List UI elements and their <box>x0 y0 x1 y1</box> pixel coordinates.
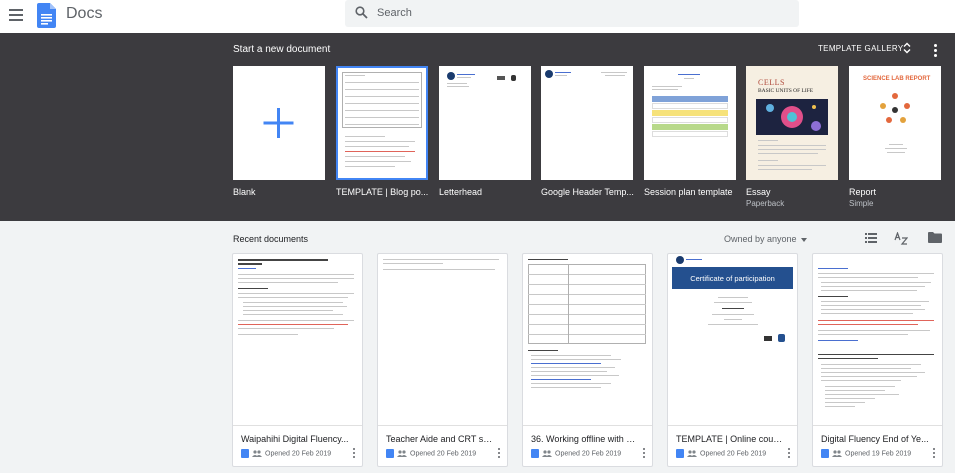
document-thumbnail <box>523 254 652 425</box>
template-letterhead[interactable] <box>439 66 531 180</box>
start-new-heading: Start a new document <box>233 44 331 55</box>
card-footer: Waipahihi Digital Fluency... Opened 20 F… <box>233 425 362 466</box>
molecule-illustration <box>880 93 910 123</box>
docs-file-icon <box>531 449 539 458</box>
recent-documents-heading: Recent documents <box>233 234 309 244</box>
template-google-header[interactable] <box>541 66 633 180</box>
document-card[interactable]: Certificate of participation TEMPLATE | … <box>667 253 798 467</box>
list-view-icon[interactable] <box>865 232 877 243</box>
more-vert-icon[interactable] <box>788 448 791 460</box>
certificate-heading: Certificate of participation <box>690 274 775 283</box>
template-blank[interactable] <box>233 66 325 180</box>
people-icon <box>397 450 407 457</box>
opened-date: Opened 20 Feb 2019 <box>410 450 477 458</box>
template-label: TEMPLATE | Blog po... <box>336 187 429 197</box>
template-gallery-button[interactable]: TEMPLATE GALLERY <box>818 44 903 53</box>
template-label: Google Header Temp... <box>541 187 634 197</box>
document-thumbnail <box>813 254 942 425</box>
owner-filter-label: Owned by anyone <box>724 234 797 244</box>
document-meta: Opened 20 Feb 2019 <box>241 449 331 458</box>
document-meta: Opened 19 Feb 2019 <box>821 449 911 458</box>
more-vert-icon[interactable] <box>498 448 501 460</box>
document-thumbnail <box>233 254 362 425</box>
opened-date: Opened 20 Feb 2019 <box>700 450 767 458</box>
document-card[interactable]: Waipahihi Digital Fluency... Opened 20 F… <box>232 253 363 467</box>
document-card[interactable]: 36. Working offline with G... Opened 20 … <box>522 253 653 467</box>
hamburger-icon[interactable] <box>9 9 23 21</box>
document-meta: Opened 20 Feb 2019 <box>386 449 476 458</box>
docs-file-icon <box>821 449 829 458</box>
essay-thumb-title: CELLS <box>758 78 785 87</box>
template-blog-post[interactable] <box>336 66 428 180</box>
cell-illustration <box>756 99 828 135</box>
template-label: Report <box>849 187 877 197</box>
search-bar[interactable] <box>345 0 799 27</box>
search-input[interactable] <box>377 4 757 22</box>
card-footer: Digital Fluency End of Ye... Opened 19 F… <box>813 425 942 466</box>
template-band: Start a new document TEMPLATE GALLERY Bl… <box>0 33 955 221</box>
more-vert-icon[interactable] <box>934 44 938 57</box>
docs-file-icon <box>241 449 249 458</box>
document-thumbnail <box>378 254 507 425</box>
search-icon[interactable] <box>355 6 368 19</box>
app-title[interactable]: Docs <box>66 5 102 23</box>
card-footer: 36. Working offline with G... Opened 20 … <box>523 425 652 466</box>
template-report[interactable]: SCIENCE LAB REPORT <box>849 66 941 180</box>
document-title: TEMPLATE | Online cours... <box>676 434 784 444</box>
card-footer: TEMPLATE | Online cours... Opened 20 Feb… <box>668 425 797 466</box>
chevron-down-icon <box>800 237 807 242</box>
more-vert-icon[interactable] <box>353 448 356 460</box>
people-icon <box>542 450 552 457</box>
report-thumb-title: SCIENCE LAB REPORT <box>863 76 931 82</box>
document-card[interactable]: Digital Fluency End of Ye... Opened 19 F… <box>812 253 943 467</box>
template-label: Letterhead <box>439 187 483 197</box>
owner-filter-dropdown[interactable]: Owned by anyone <box>724 234 807 244</box>
people-icon <box>832 450 842 457</box>
docs-logo-icon[interactable] <box>37 3 56 28</box>
plus-icon <box>263 108 294 138</box>
docs-file-icon <box>386 449 394 458</box>
document-title: Waipahihi Digital Fluency... <box>241 434 349 444</box>
document-title: 36. Working offline with G... <box>531 434 639 444</box>
template-label: Essay <box>746 187 771 197</box>
document-meta: Opened 20 Feb 2019 <box>676 449 766 458</box>
template-label: Session plan template <box>644 187 733 197</box>
opened-date: Opened 20 Feb 2019 <box>265 450 332 458</box>
essay-thumb-subtitle: BASIC UNITS OF LIFE <box>758 88 814 94</box>
template-sublabel: Paperback <box>746 199 785 208</box>
docs-file-icon <box>676 449 684 458</box>
card-footer: Teacher Aide and CRT sta... Opened 20 Fe… <box>378 425 507 466</box>
people-icon <box>252 450 262 457</box>
more-vert-icon[interactable] <box>643 448 646 460</box>
folder-icon[interactable] <box>928 232 942 243</box>
template-session-plan[interactable] <box>644 66 736 180</box>
document-meta: Opened 20 Feb 2019 <box>531 449 621 458</box>
template-label: Blank <box>233 187 256 197</box>
document-title: Teacher Aide and CRT sta... <box>386 434 494 444</box>
template-sublabel: Simple <box>849 199 874 208</box>
opened-date: Opened 19 Feb 2019 <box>845 450 912 458</box>
document-card[interactable]: Teacher Aide and CRT sta... Opened 20 Fe… <box>377 253 508 467</box>
document-title: Digital Fluency End of Ye... <box>821 434 929 444</box>
document-thumbnail: Certificate of participation <box>668 254 797 425</box>
sort-az-icon[interactable] <box>894 232 908 245</box>
opened-date: Opened 20 Feb 2019 <box>555 450 622 458</box>
template-essay[interactable]: CELLS BASIC UNITS OF LIFE <box>746 66 838 180</box>
more-vert-icon[interactable] <box>933 448 936 460</box>
unfold-icon[interactable] <box>903 42 911 54</box>
people-icon <box>687 450 697 457</box>
top-bar: Docs <box>0 0 955 33</box>
